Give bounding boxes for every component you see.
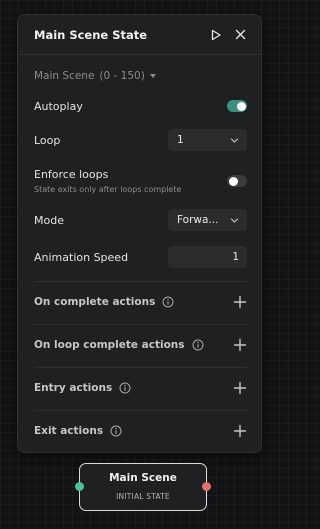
info-icon[interactable] <box>192 339 204 351</box>
chevron-down-icon <box>230 217 239 223</box>
caret-down-icon <box>149 74 156 78</box>
panel-title: Main Scene State <box>34 27 148 42</box>
chevron-down-icon <box>230 137 239 143</box>
divider <box>34 324 247 325</box>
plus-icon[interactable] <box>233 338 247 352</box>
plus-icon[interactable] <box>233 295 247 309</box>
action-label: On complete actions <box>34 296 156 308</box>
mode-row: Mode Forwa... <box>34 208 247 232</box>
panel-header: Main Scene State <box>18 15 261 55</box>
scene-name: Main Scene <box>34 70 95 82</box>
toggle-knob <box>228 176 238 186</box>
enforce-loops-row: Enforce loops State exits only after loo… <box>34 165 247 197</box>
plus-icon[interactable] <box>233 381 247 395</box>
scene-dropdown[interactable]: Main Scene (0 - 150) <box>34 70 156 82</box>
exit-actions-row[interactable]: Exit actions <box>34 421 247 441</box>
info-icon[interactable] <box>119 382 131 394</box>
node-title: Main Scene <box>109 472 177 484</box>
info-icon[interactable] <box>162 296 174 308</box>
node-subtitle: INITIAL STATE <box>116 492 170 501</box>
scene-range: (0 - 150) <box>99 70 145 82</box>
play-button[interactable] <box>205 24 227 46</box>
state-node-main-scene[interactable]: Main Scene INITIAL STATE <box>75 463 211 511</box>
close-button[interactable] <box>229 24 251 46</box>
on-loop-complete-actions-row[interactable]: On loop complete actions <box>34 335 247 355</box>
animation-speed-label: Animation Speed <box>34 250 129 264</box>
action-label: On loop complete actions <box>34 339 185 351</box>
mode-label: Mode <box>34 213 64 227</box>
output-port[interactable] <box>202 482 211 491</box>
action-label: Entry actions <box>34 382 113 394</box>
autoplay-label: Autoplay <box>34 99 83 113</box>
autoplay-row: Autoplay <box>34 97 247 115</box>
entry-actions-row[interactable]: Entry actions <box>34 378 247 398</box>
plus-icon[interactable] <box>233 424 247 438</box>
loop-label: Loop <box>34 133 61 147</box>
loop-select[interactable]: 1 <box>168 129 247 151</box>
action-label: Exit actions <box>34 425 104 437</box>
play-icon <box>211 29 221 40</box>
close-icon <box>235 29 245 40</box>
enforce-loops-text: Enforce loops State exits only after loo… <box>34 168 227 194</box>
info-icon[interactable] <box>110 425 122 437</box>
toggle-knob <box>236 101 246 111</box>
enforce-loops-toggle[interactable] <box>227 175 247 187</box>
mode-select[interactable]: Forwa... <box>168 209 247 231</box>
divider <box>34 281 247 282</box>
state-properties-panel: Main Scene State Main Scene (0 - 150) Au… <box>17 14 262 453</box>
on-complete-actions-row[interactable]: On complete actions <box>34 292 247 312</box>
divider <box>34 410 247 411</box>
enforce-loops-label: Enforce loops <box>34 168 109 181</box>
mode-value: Forwa... <box>177 214 219 226</box>
enforce-loops-description: State exits only after loops complete <box>34 185 182 194</box>
input-port[interactable] <box>75 482 84 491</box>
loop-row: Loop 1 <box>34 128 247 152</box>
animation-speed-input[interactable]: 1 <box>168 246 247 268</box>
divider <box>34 367 247 368</box>
animation-speed-row: Animation Speed 1 <box>34 245 247 269</box>
loop-value: 1 <box>177 134 184 146</box>
autoplay-toggle[interactable] <box>227 100 247 112</box>
